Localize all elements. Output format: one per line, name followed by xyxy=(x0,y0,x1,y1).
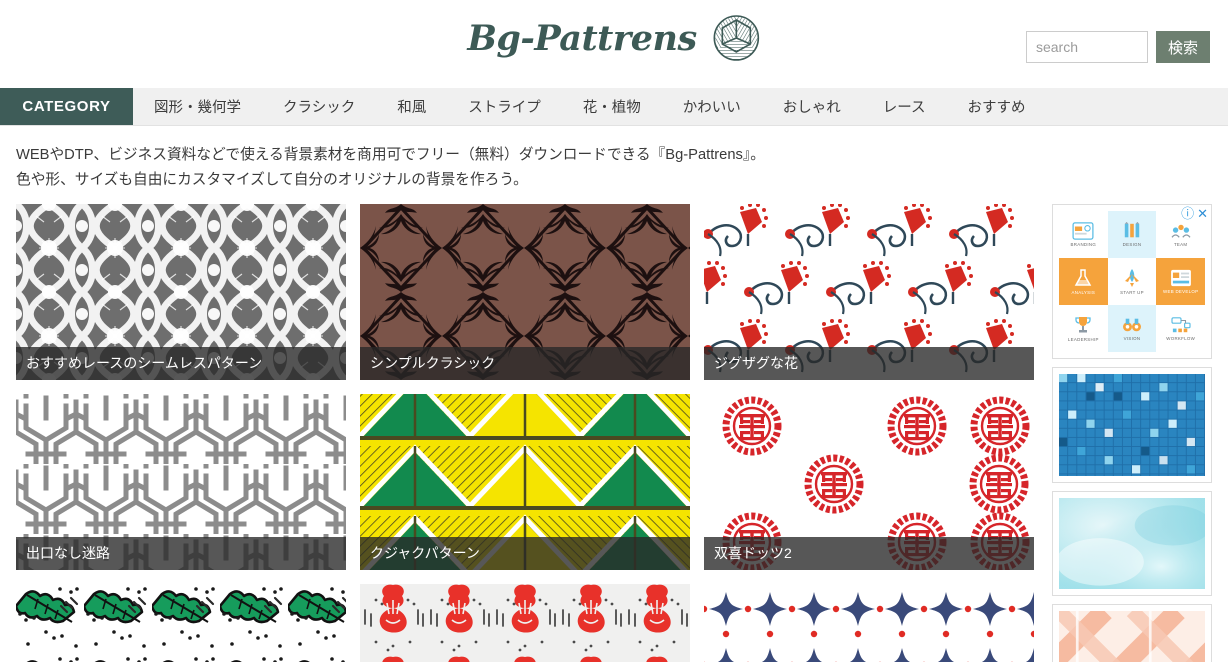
pattern-card[interactable] xyxy=(360,583,690,662)
hexagon-weave-icon xyxy=(713,15,760,61)
ad-cell-label: BRANDING xyxy=(1070,241,1097,247)
rocket-icon xyxy=(1124,268,1139,287)
ad-cell-label: START UP xyxy=(1120,289,1144,295)
ad-cell-workflow[interactable]: WORKFLOW xyxy=(1156,304,1205,352)
nav-item-japanese[interactable]: 和風 xyxy=(376,88,447,125)
nav-item-stylish[interactable]: おしゃれ xyxy=(762,88,862,125)
pattern-title: ジグザグな花 xyxy=(704,346,1034,380)
pattern-title: おすすめレースのシームレスパターン xyxy=(16,346,346,380)
workflow-icon xyxy=(1171,316,1191,332)
ad-banner-mosaic[interactable] xyxy=(1052,366,1212,483)
browser-window-icon xyxy=(1072,221,1094,240)
ad-cell-label: TEAM xyxy=(1173,241,1188,247)
pattern-gallery: おすすめレースのシームレスパターン シンプルクラシック ジグザグな花 出口なし迷… xyxy=(16,203,1034,662)
ad-cell-leadership[interactable]: LEADERSHIP xyxy=(1059,304,1108,352)
web-layout-icon xyxy=(1170,269,1191,286)
pattern-card[interactable] xyxy=(704,583,1034,662)
nav-item-recommended[interactable]: おすすめ xyxy=(947,88,1047,125)
trophy-icon xyxy=(1075,316,1091,333)
close-icon[interactable]: ✕ xyxy=(1197,207,1208,220)
ad-icon-grid[interactable]: ⓘ ✕ BRANDING DESIGN TEAM ANALYSIS START … xyxy=(1052,203,1212,359)
nav-item-floral[interactable]: 花・植物 xyxy=(562,88,662,125)
pattern-title: シンプルクラシック xyxy=(360,346,690,380)
intro-line-2: 色や形、サイズも自由にカスタマイズして自分のオリジナルの背景を作ろう。 xyxy=(16,172,528,189)
team-icon xyxy=(1171,224,1191,238)
ad-cell-label: WEB DEVELOP xyxy=(1163,288,1199,294)
green-leaves-swatch xyxy=(16,583,346,662)
ad-cell-label: ANALYSIS xyxy=(1071,289,1096,295)
category-nav: CATEGORY 図形・幾何学 クラシック 和風 ストライプ 花・植物 かわいい… xyxy=(0,88,1228,126)
pattern-title: 双喜ドッツ2 xyxy=(704,536,1034,570)
info-icon[interactable]: ⓘ xyxy=(1181,207,1194,220)
main-layout: おすすめレースのシームレスパターン シンプルクラシック ジグザグな花 出口なし迷… xyxy=(0,203,1228,662)
ad-sidebar: ⓘ ✕ BRANDING DESIGN TEAM ANALYSIS START … xyxy=(1052,203,1212,662)
site-header: Bg-Pattrens search 検索 xyxy=(0,0,1228,88)
flask-icon xyxy=(1075,268,1092,286)
pattern-card[interactable]: 出口なし迷路 xyxy=(16,393,346,570)
binoculars-icon xyxy=(1122,318,1141,331)
blue-mosaic-tiles-icon xyxy=(1059,373,1205,476)
search-button[interactable]: 検索 xyxy=(1155,31,1210,63)
nav-item-stripe[interactable]: ストライプ xyxy=(447,88,562,125)
intro-line-1: WEBやDTP、ビジネス資料などで使える背景素材を商用可でフリー（無料）ダウンロ… xyxy=(16,147,765,163)
nav-item-cute[interactable]: かわいい xyxy=(662,88,762,125)
light-blue-watercolor-icon xyxy=(1059,497,1205,589)
pattern-card[interactable]: 双喜ドッツ2 xyxy=(704,393,1034,570)
ad-cell-startup[interactable]: START UP xyxy=(1107,257,1157,305)
ad-cell-webdevelop[interactable]: WEB DEVELOP xyxy=(1156,257,1205,305)
nav-item-lace[interactable]: レース xyxy=(862,88,947,125)
ad-cell-branding[interactable]: BRANDING xyxy=(1059,210,1108,258)
pattern-card[interactable]: シンプルクラシック xyxy=(360,203,690,380)
pattern-card[interactable]: おすすめレースのシームレスパターン xyxy=(16,203,346,380)
ad-icon-matrix: BRANDING DESIGN TEAM ANALYSIS START UP W… xyxy=(1059,210,1205,352)
ad-cell-label: WORKFLOW xyxy=(1166,335,1196,341)
pencil-ruler-icon xyxy=(1124,221,1140,237)
red-blossom-swatch xyxy=(360,583,690,662)
navy-cross-dots-swatch xyxy=(704,583,1034,662)
pattern-card[interactable]: ジグザグな花 xyxy=(704,203,1034,380)
intro-text: WEBやDTP、ビジネス資料などで使える背景素材を商用可でフリー（無料）ダウンロ… xyxy=(0,126,1228,204)
search-input[interactable] xyxy=(1025,31,1148,63)
ad-cell-vision[interactable]: VISION xyxy=(1107,304,1157,352)
logo-text: Bg-Pattrens xyxy=(467,17,697,59)
nav-badge-category[interactable]: CATEGORY xyxy=(0,88,133,125)
site-logo[interactable]: Bg-Pattrens xyxy=(467,14,760,62)
ad-cell-analysis[interactable]: ANALYSIS xyxy=(1059,257,1108,305)
ad-cell-label: LEADERSHIP xyxy=(1067,336,1099,342)
ad-controls: ⓘ ✕ xyxy=(1181,207,1208,220)
pattern-title: 出口なし迷路 xyxy=(16,536,346,570)
ad-cell-design[interactable]: DESIGN xyxy=(1107,210,1157,258)
nav-item-classic[interactable]: クラシック xyxy=(262,88,376,125)
nav-item-geometric[interactable]: 図形・幾何学 xyxy=(133,88,262,125)
ad-banner-plaid[interactable] xyxy=(1052,604,1212,662)
search-area: 検索 xyxy=(1025,31,1210,63)
ad-cell-label: VISION xyxy=(1123,335,1141,341)
pattern-card[interactable] xyxy=(16,583,346,662)
peach-plaid-icon xyxy=(1059,611,1205,662)
pattern-title: クジャクパターン xyxy=(360,536,690,570)
pattern-card[interactable]: クジャクパターン xyxy=(360,393,690,570)
ad-banner-watercolor[interactable] xyxy=(1052,490,1212,596)
ad-cell-label: DESIGN xyxy=(1122,241,1142,247)
